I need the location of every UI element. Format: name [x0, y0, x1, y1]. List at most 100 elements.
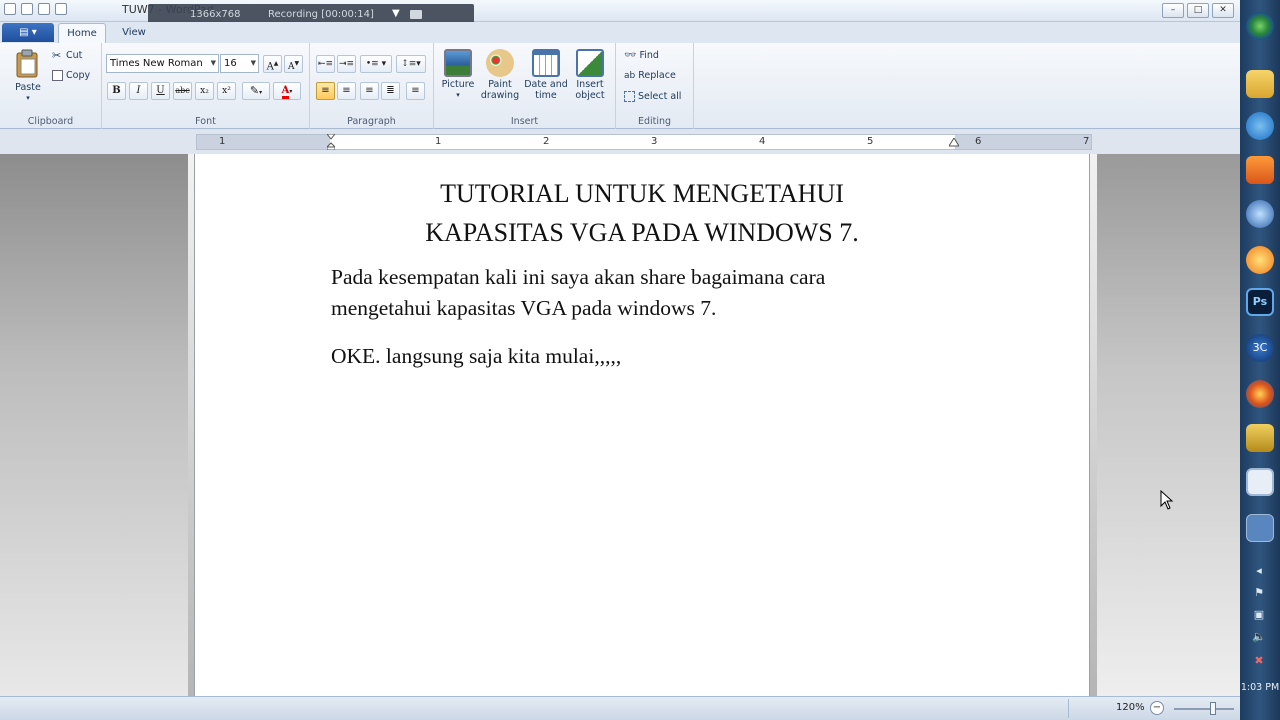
bullets-button[interactable]: •≡ ▾: [360, 55, 392, 73]
text-line: Pada kesempatan kali ini saya akan share…: [331, 265, 826, 289]
recorder-status: Recording [00:00:14]: [268, 9, 374, 20]
ruler-number: 7: [1083, 136, 1090, 147]
find-label: Find: [639, 50, 659, 61]
app-menu-button[interactable]: ▤ ▾: [2, 23, 54, 42]
select-all-label: Select all: [638, 91, 682, 102]
disc-burner-icon[interactable]: [1246, 200, 1274, 228]
align-left-icon: ≡: [321, 85, 330, 96]
minimize-button[interactable]: –: [1162, 3, 1184, 18]
align-right-icon: ≡: [365, 85, 374, 96]
start-orb-icon[interactable]: [1246, 12, 1274, 40]
text-color-button[interactable]: A▾: [273, 82, 301, 100]
italic-button[interactable]: I: [129, 82, 148, 100]
wordpad-window: TUW7 - WordPad 1366x768 Recording [00:00…: [0, 0, 1240, 720]
copy-button[interactable]: Copy: [52, 70, 90, 81]
action-center-icon[interactable]: ⚑: [1252, 586, 1266, 600]
error-icon[interactable]: ✖: [1252, 654, 1266, 668]
underline-button[interactable]: U: [151, 82, 170, 100]
app-3c-icon[interactable]: 3C: [1246, 334, 1274, 362]
cut-button[interactable]: ✂ Cut: [52, 50, 82, 61]
app-icon[interactable]: [4, 3, 16, 15]
save-icon[interactable]: [21, 3, 33, 15]
subscript-button[interactable]: x₂: [195, 82, 214, 100]
folder-icon[interactable]: [1246, 70, 1274, 98]
status-bar: 120% −: [0, 696, 1240, 720]
cut-label: Cut: [66, 50, 83, 61]
replace-button[interactable]: ab Replace: [624, 70, 676, 81]
superscript-button[interactable]: x²: [217, 82, 236, 100]
close-button[interactable]: ✕: [1212, 3, 1234, 18]
select-all-button[interactable]: Select all: [624, 91, 681, 102]
bold-button[interactable]: B: [107, 82, 126, 100]
insert-object-button[interactable]: Insert object: [570, 49, 610, 101]
align-center-button[interactable]: ≡: [337, 82, 356, 100]
line-spacing-button[interactable]: ↕≡▾: [396, 55, 426, 73]
align-right-button[interactable]: ≡: [360, 82, 379, 100]
redo-icon[interactable]: [55, 3, 67, 15]
find-button[interactable]: 👓 Find: [624, 50, 659, 61]
editing-group: 👓 Find ab Replace Select all Editing: [616, 43, 694, 129]
align-center-icon: ≡: [342, 85, 351, 96]
wordpad-taskbar-icon[interactable]: [1246, 468, 1274, 496]
decrease-indent-icon: ⇤≡: [317, 59, 334, 69]
camera-icon[interactable]: [410, 10, 422, 19]
paragraph[interactable]: Pada kesempatan kali ini saya akan share…: [331, 262, 951, 324]
paint-palette-icon: [486, 49, 514, 77]
highlight-color-button[interactable]: ✎▾: [242, 82, 270, 100]
paint-drawing-button[interactable]: Paint drawing: [478, 49, 522, 101]
calendar-icon: [532, 49, 560, 77]
undo-icon[interactable]: [38, 3, 50, 15]
canvas-left-background: [0, 154, 188, 696]
paragraph-settings-button[interactable]: ≡: [406, 82, 425, 100]
document-title[interactable]: TUTORIAL UNTUK MENGETAHUI KAPASITAS VGA …: [195, 174, 1089, 252]
grow-font-button[interactable]: A▲: [263, 55, 282, 73]
bullet-list-icon: •≡ ▾: [365, 59, 387, 69]
left-indent-marker-icon[interactable]: [327, 134, 335, 150]
ruler[interactable]: 1 1 2 3 4 5 6 7: [196, 134, 1092, 150]
increase-indent-button[interactable]: ⇥≡: [337, 55, 356, 73]
tab-view[interactable]: View: [112, 23, 156, 43]
app-orange-icon[interactable]: [1246, 246, 1274, 274]
utility-icon[interactable]: [1246, 424, 1274, 452]
zoom-out-button[interactable]: −: [1150, 701, 1164, 715]
recorder-taskbar-icon[interactable]: [1246, 514, 1274, 542]
quick-access-toolbar: [4, 3, 67, 15]
shrink-font-button[interactable]: A▼: [284, 55, 303, 73]
picture-button[interactable]: Picture ▾: [440, 49, 476, 101]
strikethrough-button[interactable]: abc: [173, 82, 192, 100]
taskbar-clock[interactable]: 1:03 PM: [1240, 682, 1280, 693]
picture-label: Picture: [441, 79, 475, 90]
document-page[interactable]: TUTORIAL UNTUK MENGETAHUI KAPASITAS VGA …: [194, 154, 1090, 696]
firefox-icon[interactable]: [1246, 380, 1274, 408]
media-player-icon[interactable]: [1246, 156, 1274, 184]
network-icon[interactable]: ▣: [1252, 608, 1266, 622]
font-group: Times New Roman ▼ 16 ▼ A▲ A▼ B I U abc x…: [102, 43, 310, 129]
ruler-number: 3: [651, 136, 658, 147]
window-controls: – □ ✕: [1162, 3, 1234, 18]
font-family-select[interactable]: Times New Roman ▼: [106, 54, 219, 73]
zoom-slider[interactable]: [1174, 708, 1234, 710]
recorder-dropdown-icon[interactable]: ▼: [392, 8, 400, 19]
tab-home[interactable]: Home: [58, 23, 106, 43]
chevron-down-icon: ▾: [289, 88, 293, 95]
right-indent-marker-icon[interactable]: [949, 138, 959, 148]
align-left-button[interactable]: ≡: [316, 82, 335, 100]
decrease-indent-button[interactable]: ⇤≡: [316, 55, 335, 73]
object-icon: [576, 49, 604, 77]
show-hidden-icons-icon[interactable]: ◂: [1252, 564, 1266, 578]
paragraph[interactable]: OKE. langsung saja kita mulai,,,,,: [331, 341, 951, 372]
paint-label-2: drawing: [480, 90, 520, 101]
justify-icon: ≣: [386, 85, 395, 96]
zoom-slider-thumb[interactable]: [1210, 702, 1216, 715]
maximize-button[interactable]: □: [1187, 3, 1209, 18]
paste-dropdown-icon[interactable]: ▾: [10, 93, 46, 104]
volume-icon[interactable]: 🔈: [1252, 630, 1266, 644]
replace-label: Replace: [638, 70, 676, 81]
photoshop-icon[interactable]: Ps: [1246, 288, 1274, 316]
justify-button[interactable]: ≣: [381, 82, 400, 100]
font-size-select[interactable]: 16 ▼: [220, 54, 259, 73]
paste-button[interactable]: Paste ▾: [10, 49, 46, 104]
font-size-value: 16: [224, 58, 237, 69]
internet-explorer-icon[interactable]: [1246, 112, 1274, 140]
date-time-button[interactable]: Date and time: [524, 49, 568, 101]
